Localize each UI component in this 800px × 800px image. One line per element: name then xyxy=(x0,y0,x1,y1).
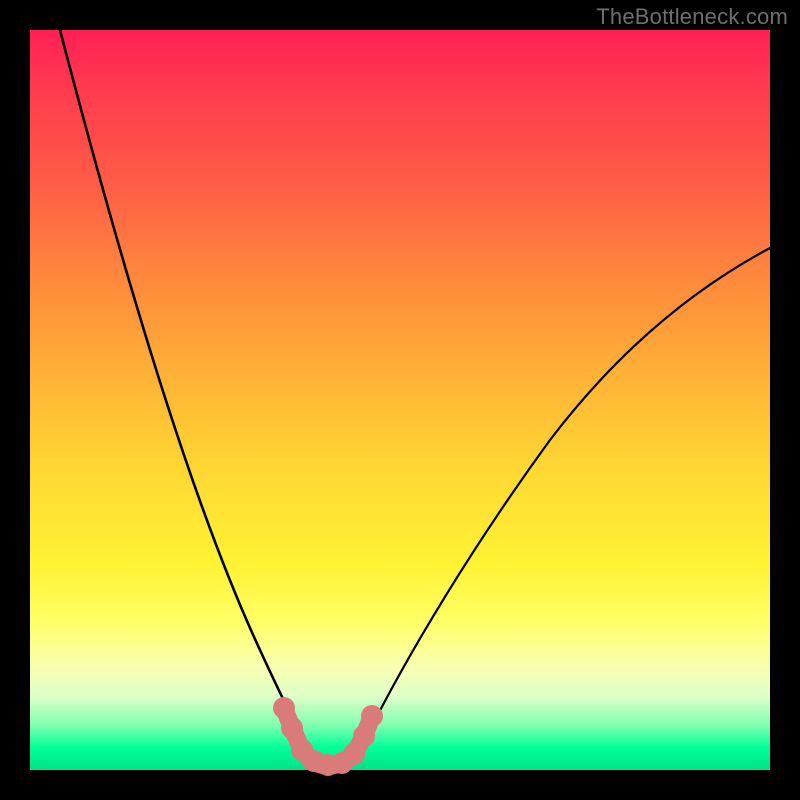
plot-area xyxy=(30,30,770,770)
valley-blob xyxy=(281,717,303,739)
chart-frame: TheBottleneck.com xyxy=(0,0,800,800)
curve-layer xyxy=(30,30,770,770)
left-curve xyxy=(60,30,321,768)
watermark-text: TheBottleneck.com xyxy=(596,4,788,30)
valley-blob xyxy=(273,697,295,719)
valley-blob xyxy=(353,725,375,747)
right-curve xyxy=(348,248,770,768)
valley-blob xyxy=(361,705,383,727)
